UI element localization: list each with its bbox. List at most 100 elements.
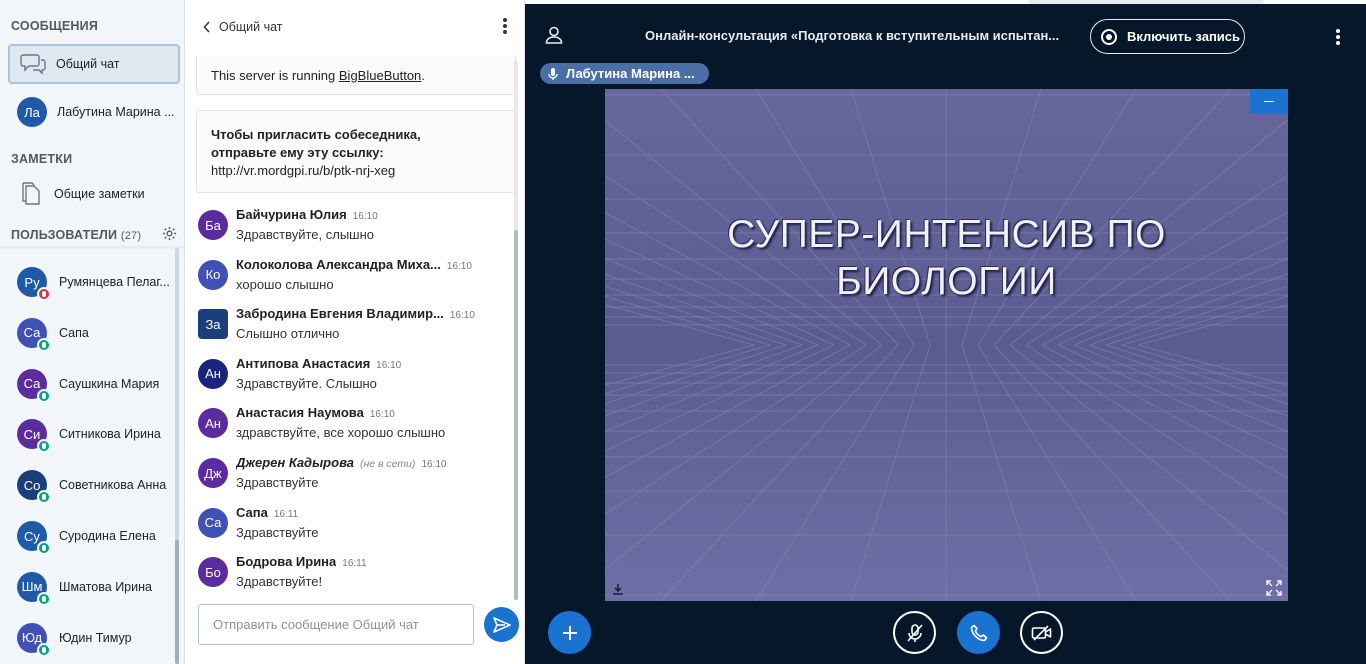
plus-icon xyxy=(562,625,577,640)
avatar: Шм xyxy=(17,571,51,606)
send-button[interactable] xyxy=(484,607,519,642)
message-sender: Бодрова Ирина xyxy=(236,554,337,570)
invite-info-box: Чтобы пригласить собеседника, отправьте … xyxy=(196,110,516,193)
fullscreen-icon[interactable] xyxy=(1266,580,1282,601)
download-icon[interactable] xyxy=(612,582,624,600)
record-icon xyxy=(1101,28,1117,45)
presentation-slide[interactable]: СУПЕР-ИНТЕНСИВ ПО БИОЛОГИИ xyxy=(605,89,1288,601)
user-list-item[interactable]: Юд Юдин Тимур xyxy=(17,618,177,658)
user-list-item[interactable]: Са Саушкина Мария xyxy=(17,364,177,404)
user-list-item[interactable]: Ру Румянцева Пелаг... xyxy=(17,262,177,302)
user-list-item[interactable]: Шм Шматова Ирина xyxy=(17,567,177,607)
message-time: 16:11 xyxy=(273,508,299,520)
user-icon[interactable] xyxy=(545,26,563,49)
message-time: 16:10 xyxy=(369,409,395,421)
listen-only-icon xyxy=(37,388,51,403)
message-text: Здравствуйте, слышно xyxy=(236,227,375,242)
user-list-item[interactable]: Са Сапа xyxy=(17,313,177,353)
listen-only-icon xyxy=(37,337,51,352)
sidebar-item-private-chat[interactable]: Ла Лабутина Марина ... xyxy=(17,92,184,132)
chat-message: Ан Анастасия Наумова 16:10 здравствуйте, вс… xyxy=(198,405,498,449)
message-text: хорошо слышно xyxy=(236,276,334,292)
message-text: Здравствуйте. Слышно xyxy=(236,375,377,391)
chat-header: Общий чат xyxy=(185,0,525,56)
chat-back-button[interactable]: Общий чат xyxy=(203,20,283,34)
mute-microphone-button[interactable] xyxy=(893,611,936,654)
talking-indicator[interactable]: Лабутина Марина ... xyxy=(540,63,709,84)
message-sender: Джерен Кадырова xyxy=(236,455,354,470)
user-name: Саушкина Мария xyxy=(59,376,160,391)
avatar: Си xyxy=(17,419,51,454)
chat-message-input[interactable] xyxy=(198,604,474,645)
avatar: Са xyxy=(198,507,228,538)
server-info-text: This server is running xyxy=(211,67,339,83)
avatar: Ко xyxy=(198,259,228,290)
user-name: Шматова Ирина xyxy=(59,579,152,594)
invite-url[interactable]: http://vr.mordgpi.ru/b/ptk-nrj-xeg xyxy=(211,162,501,180)
avatar: Ру xyxy=(17,267,51,301)
sidebar: СООБЩЕНИЯ Общий чат Ла Лабутина Марина .… xyxy=(0,0,185,664)
chat-message: Ба Байчурина Юлия 16:10 Здравствуйте, слышн… xyxy=(198,207,498,251)
avatar: Ан xyxy=(198,408,228,439)
actions-plus-button[interactable] xyxy=(548,611,591,654)
sidebar-item-label: Лабутина Марина ... xyxy=(57,105,175,119)
message-sender: Анастасия Наумова xyxy=(236,405,364,421)
notes-section-title: ЗАМЕТКИ xyxy=(11,152,73,166)
user-name: Румянцева Пелаг... xyxy=(59,275,170,289)
avatar: Ба xyxy=(198,210,228,240)
chat-message: За Забродина Евгения Владимир... 16:10 Слыш… xyxy=(198,306,498,350)
bigbluebutton-link[interactable]: BigBlueButton xyxy=(339,68,421,83)
sidebar-item-shared-notes[interactable]: Общие заметки xyxy=(8,174,180,214)
chat-options-kebab-icon[interactable] xyxy=(503,18,507,34)
chat-message: Ан Антипова Анастасия 16:10 Здравствуйте. С… xyxy=(198,356,498,400)
microphone-icon xyxy=(548,67,558,80)
sidebar-item-public-chat[interactable]: Общий чат xyxy=(8,44,180,84)
sidebar-item-label: Общий чат xyxy=(56,57,120,71)
mic-off-icon xyxy=(906,623,923,642)
leave-audio-button[interactable] xyxy=(957,611,1000,654)
offline-label: (не в сети) xyxy=(359,458,416,470)
message-time: 16:10 xyxy=(376,359,402,371)
avatar: Ан xyxy=(198,358,228,389)
message-time: 16:11 xyxy=(342,558,367,570)
listen-only-icon xyxy=(37,541,51,555)
message-text: здравствуйте, все хорошо слышно xyxy=(236,425,446,441)
invite-line1: Чтобы пригласить собеседника, xyxy=(211,127,421,142)
listen-only-muted-icon xyxy=(37,287,51,301)
chat-message: Са Сапа 16:11 Здравствуйте xyxy=(198,505,498,549)
meeting-title: Онлайн-консультация «Подготовка к вступи… xyxy=(645,28,1060,43)
message-time: 16:10 xyxy=(352,211,378,222)
message-text: Здравствуйте xyxy=(236,524,319,540)
send-icon xyxy=(492,616,511,633)
share-webcam-button[interactable] xyxy=(1020,611,1063,654)
user-list-item[interactable]: Су Суродина Елена xyxy=(17,516,177,556)
avatar: Са xyxy=(17,317,51,352)
chat-bubbles-icon xyxy=(10,53,56,75)
minimize-presentation-button[interactable] xyxy=(1250,89,1288,114)
users-section-title: ПОЛЬЗОВАТЕЛИ (27) xyxy=(11,228,142,242)
options-kebab-icon[interactable] xyxy=(1336,29,1340,45)
message-text: Здравствуйте xyxy=(236,475,319,490)
message-sender: Забродина Евгения Владимир... xyxy=(236,306,444,322)
record-button[interactable]: Включить запись xyxy=(1090,19,1245,54)
users-scrollbar-thumb[interactable] xyxy=(175,540,179,664)
sidebar-item-label: Общие заметки xyxy=(54,187,145,201)
invite-line2: отправьте ему эту ссылку: xyxy=(211,145,384,160)
server-info-dot: . xyxy=(421,67,425,83)
slide-title: СУПЕР-ИНТЕНСИВ ПО БИОЛОГИИ xyxy=(727,213,1166,303)
user-list-item[interactable]: Со Советникова Анна xyxy=(17,465,177,505)
chat-message: Дж Джерен Кадырова (не в сети) 16:10 Здравст… xyxy=(198,455,498,499)
listen-only-icon xyxy=(37,591,51,606)
user-list-item[interactable]: Си Ситникова Ирина xyxy=(17,414,177,454)
user-name: Суродина Елена xyxy=(59,529,156,543)
avatar: Со xyxy=(17,470,51,505)
chat-scrollbar-thumb[interactable] xyxy=(514,230,518,600)
chat-message: Бо Бодрова Ирина 16:11 Здравствуйте! xyxy=(198,554,498,598)
avatar: Ла xyxy=(17,97,47,127)
gear-icon[interactable] xyxy=(162,226,177,246)
record-button-label: Включить запись xyxy=(1127,29,1241,44)
server-info-box: This server is running BigBlueButton . xyxy=(196,56,516,95)
listen-only-icon xyxy=(37,439,51,454)
chat-panel: Общий чат This server is running BigBlue… xyxy=(185,0,525,664)
message-sender: Колоколова Александра Миха... xyxy=(236,256,441,272)
